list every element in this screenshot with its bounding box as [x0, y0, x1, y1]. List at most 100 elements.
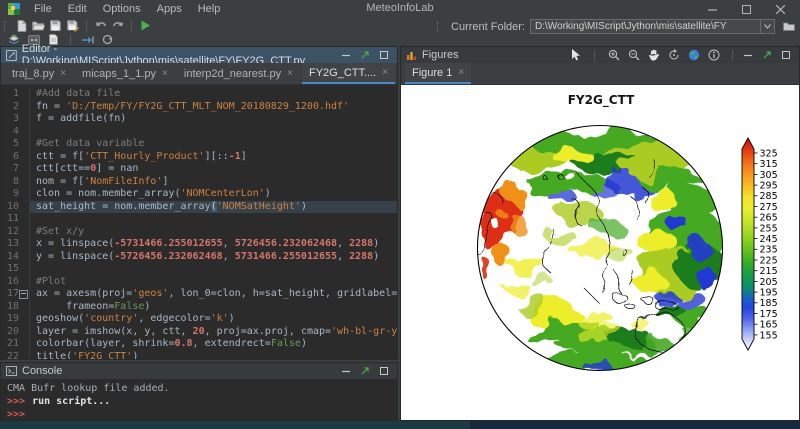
code-line[interactable]: f = addfile(fn)	[30, 113, 397, 126]
code-line[interactable]: clon = nom.member_array('NOMCenterLon')	[30, 188, 397, 201]
open-folder-icon	[32, 20, 45, 31]
code-line[interactable]: x = linspace(-5731466.255012655, 5726456…	[30, 238, 397, 251]
panel-float-button[interactable]	[360, 366, 370, 376]
tab-close-icon[interactable]: ×	[382, 68, 388, 78]
figures-title-bar[interactable]: Figures	[401, 47, 799, 63]
line-number: 17	[1, 288, 29, 301]
code-line[interactable]: #Add data file	[30, 88, 397, 101]
line-number: 9	[1, 188, 29, 201]
layers-button[interactable]	[5, 33, 22, 46]
code-line[interactable]: nom = f['NomFileInfo']	[30, 176, 397, 189]
colorbar-tick-label: 195	[760, 288, 778, 299]
code-line[interactable]: #Set x/y	[30, 226, 397, 239]
editor-tab[interactable]: traj_8.py×	[5, 63, 73, 84]
line-number: 7	[1, 163, 29, 176]
console-line: CMA Bufr lookup file added.	[7, 382, 391, 395]
code-line[interactable]	[30, 263, 397, 276]
pan-hand-button[interactable]	[647, 49, 660, 62]
menu-apps[interactable]: Apps	[149, 3, 190, 15]
line-number: 14	[1, 251, 29, 264]
editor-tab[interactable]: interp2d_nearest.py×	[177, 63, 300, 84]
identify-button[interactable]	[707, 49, 720, 62]
figure-canvas[interactable]: FY2G_CTT	[401, 85, 799, 420]
colorbar: 3253153052952852752652552452352252152051…	[741, 135, 797, 357]
panel-maximize-button[interactable]	[379, 50, 389, 60]
panel-minimize-button[interactable]	[341, 366, 351, 376]
current-folder-combobox[interactable]: D:\Working\MIScript\Jython\mis\satellite…	[530, 19, 775, 34]
redo-button[interactable]	[109, 19, 126, 32]
folder-icon	[783, 22, 795, 32]
line-number: 19	[1, 313, 29, 326]
save-button[interactable]	[47, 19, 64, 32]
select-arrow-button[interactable]	[569, 49, 582, 62]
code-line[interactable]	[30, 213, 397, 226]
toolbar-grip[interactable]	[437, 22, 441, 32]
colorbar-tick-label: 245	[760, 234, 778, 245]
zoom-out-icon	[628, 49, 640, 61]
menu-file[interactable]: File	[26, 3, 60, 15]
colorbar-tick-label: 185	[760, 298, 778, 309]
panel-maximize-button[interactable]	[379, 366, 389, 376]
menu-edit[interactable]: Edit	[60, 3, 95, 15]
code-line[interactable]: #Plot	[30, 276, 397, 289]
tab-label: FY2G_CTT....	[309, 67, 376, 79]
panel-minimize-button[interactable]	[341, 50, 351, 60]
code-line[interactable]: ctt[ctt==0] = nan	[30, 163, 397, 176]
editor-tab[interactable]: micaps_1_1.py×	[75, 63, 175, 84]
globe-button[interactable]	[687, 49, 700, 62]
undo-button[interactable]	[92, 19, 109, 32]
code-line[interactable]: y = linspace(-5726456.232062468, 5731466…	[30, 251, 397, 264]
save-as-button[interactable]	[64, 19, 81, 32]
panel-float-button[interactable]	[360, 50, 370, 60]
code-line[interactable]: fn = 'D:/Temp/FY/FY2G_CTT_MLT_NOM_201808…	[30, 101, 397, 114]
tab-close-icon[interactable]: ×	[458, 68, 464, 78]
menu-help[interactable]: Help	[190, 3, 229, 15]
code-lines[interactable]: #Add data filefn = 'D:/Temp/FY/FY2G_CTT_…	[30, 88, 397, 359]
rotate-button[interactable]	[667, 49, 680, 62]
code-line[interactable]: ax = axesm(proj='geos', lon_0=clon, h=sa…	[30, 288, 397, 301]
line-number: 13	[1, 238, 29, 251]
combobox-dropdown-button[interactable]	[760, 20, 774, 33]
code-line[interactable]: title('FY2G_CTT')	[30, 351, 397, 360]
panel-float-button[interactable]	[762, 50, 772, 60]
zoom-out-button[interactable]	[627, 49, 640, 62]
fold-marker-icon[interactable]	[19, 290, 28, 299]
figures-panel: Figures	[400, 46, 800, 421]
code-editor[interactable]: 12345678910111213141516171819202122 #Add…	[1, 85, 397, 359]
code-line[interactable]: geoshow('country', edgecolor='k')	[30, 313, 397, 326]
tab-close-icon[interactable]: ×	[60, 69, 66, 79]
code-line[interactable]: sat_height = nom.member_array('NOMSatHei…	[30, 201, 397, 214]
console-title-bar[interactable]: Console	[1, 363, 397, 379]
toolbar-grip[interactable]	[4, 21, 8, 31]
code-line[interactable]: ctt = f['CTT_Hourly_Product'][::-1]	[30, 151, 397, 164]
run-script-button[interactable]	[137, 19, 154, 32]
editor-title-bar[interactable]: Editor - D:\Working\MIScript\Jython\mis\…	[1, 47, 397, 63]
main-area: Editor - D:\Working\MIScript\Jython\mis\…	[0, 46, 800, 421]
window-minimize-button[interactable]	[706, 3, 718, 15]
code-line[interactable]: colorbar(layer, shrink=0.8, extendrect=F…	[30, 338, 397, 351]
identify-icon	[708, 49, 720, 61]
window-close-button[interactable]	[774, 3, 786, 15]
editor-panel: Editor - D:\Working\MIScript\Jython\mis\…	[0, 46, 398, 360]
console-panel-controls	[341, 366, 392, 376]
zoom-in-button[interactable]	[607, 49, 620, 62]
console-output[interactable]: CMA Bufr lookup file added.>>>run script…	[1, 379, 397, 424]
current-folder-value: D:\Working\MIScript\Jython\mis\satellite…	[531, 21, 760, 32]
browse-folder-button[interactable]	[780, 20, 797, 33]
code-line[interactable]: layer = imshow(x, y, ctt, 20, proj=ax.pr…	[30, 326, 397, 339]
figures-panel-controls	[743, 50, 794, 60]
window-maximize-button[interactable]	[740, 3, 752, 15]
panel-minimize-button[interactable]	[743, 50, 753, 60]
open-folder-button[interactable]	[30, 19, 47, 32]
code-line[interactable]	[30, 126, 397, 139]
new-file-button[interactable]	[13, 19, 30, 32]
code-line[interactable]: frameon=False)	[30, 301, 397, 314]
globe-icon	[688, 49, 700, 61]
menu-options[interactable]: Options	[95, 3, 149, 15]
editor-tab[interactable]: FY2G_CTT.... ×	[302, 63, 395, 84]
figure-tab[interactable]: Figure 1×	[405, 63, 471, 84]
code-line[interactable]: #Get data variable	[30, 138, 397, 151]
tab-close-icon[interactable]: ×	[287, 69, 293, 79]
tab-close-icon[interactable]: ×	[162, 69, 168, 79]
panel-maximize-button[interactable]	[781, 50, 791, 60]
